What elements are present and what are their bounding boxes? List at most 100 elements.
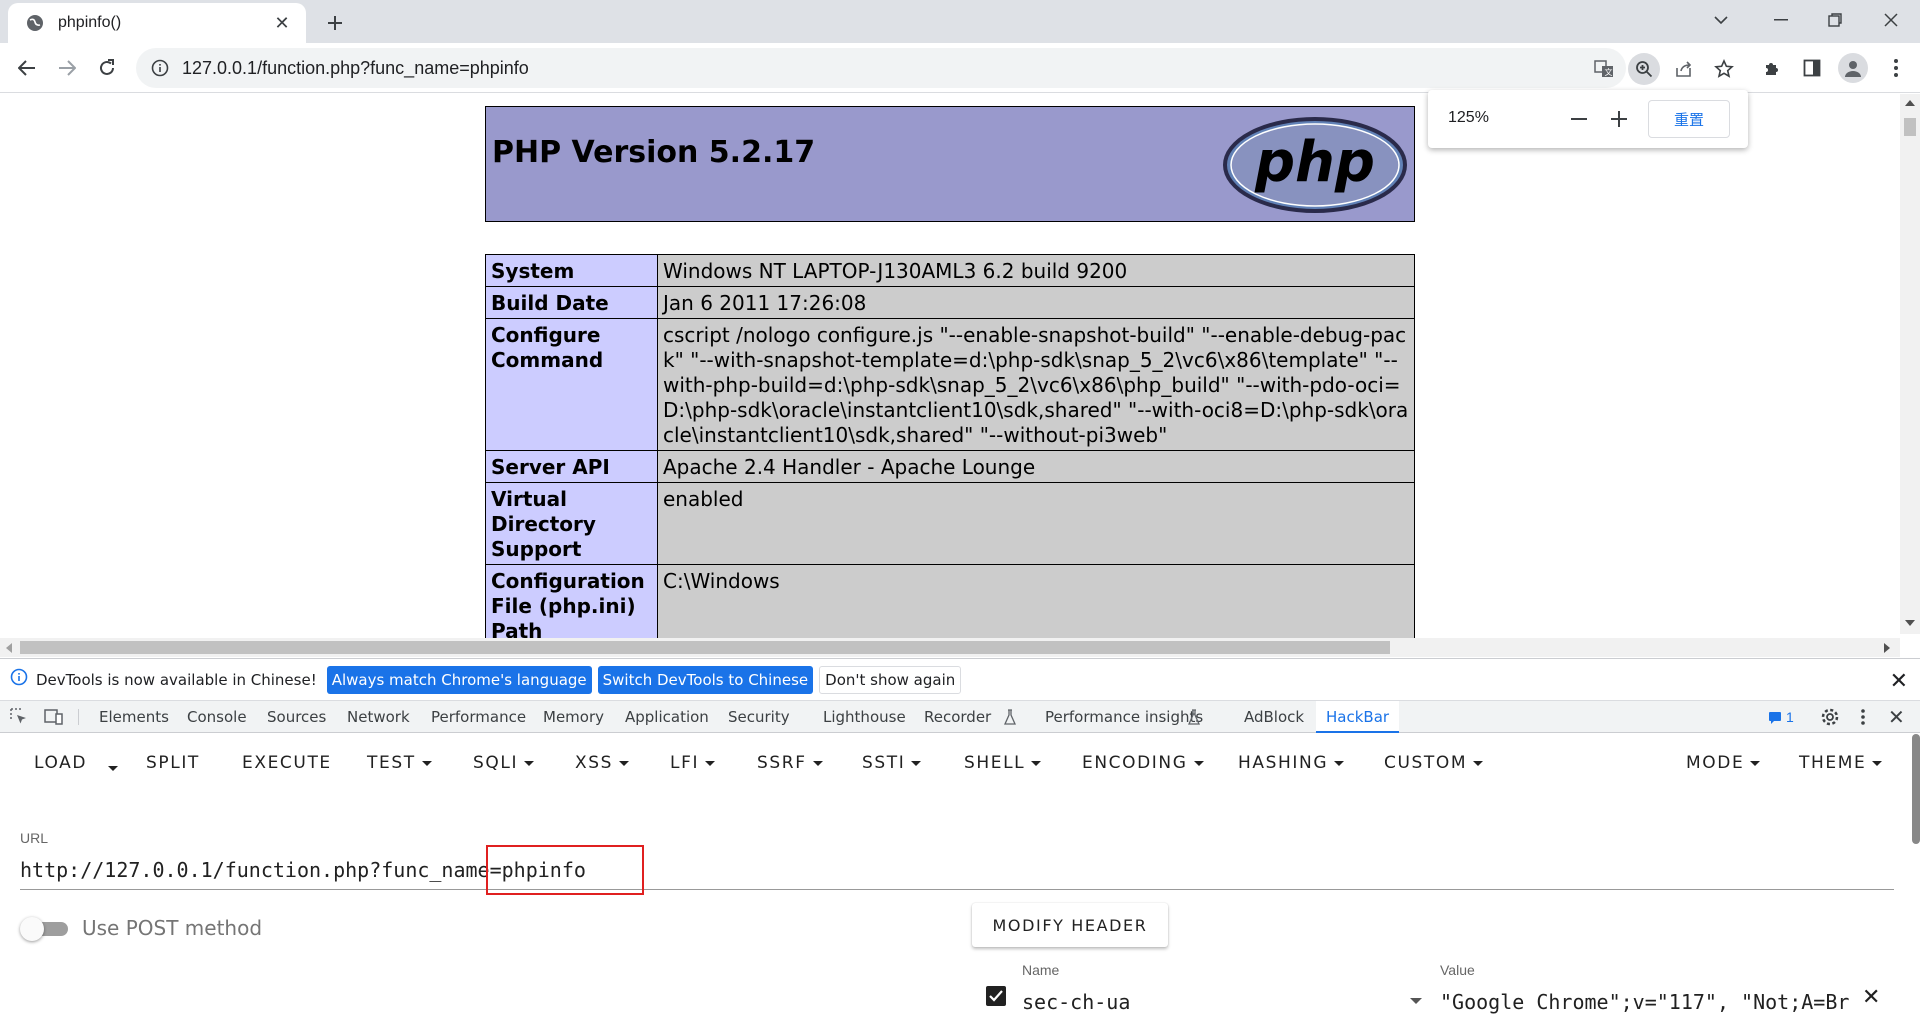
chevron-down-icon — [1334, 760, 1345, 766]
row-key: Server API — [485, 450, 658, 483]
hackbar-scrollbar[interactable] — [1912, 734, 1920, 844]
address-bar[interactable]: 127.0.0.1/function.php?func_name=phpinfo — [136, 48, 1626, 88]
new-tab-icon[interactable] — [320, 8, 350, 38]
hackbar-menu: LOAD SPLIT EXECUTE TEST SQLI XSS LFI SSR… — [0, 734, 1920, 792]
theme-menu[interactable]: THEME — [1799, 753, 1883, 773]
scroll-right-icon[interactable] — [1884, 643, 1890, 653]
flask-icon — [1003, 709, 1017, 730]
close-tab-icon[interactable]: ✕ — [270, 11, 294, 35]
checkmark-icon — [989, 990, 1003, 1002]
header-name-input[interactable]: sec-ch-ua — [1022, 990, 1130, 1014]
scroll-up-icon[interactable] — [1905, 100, 1915, 106]
site-info-icon[interactable] — [150, 58, 170, 78]
shell-menu[interactable]: SHELL — [964, 753, 1042, 773]
restore-icon[interactable] — [1806, 0, 1864, 40]
tab-performance-insights[interactable]: Performance insights — [1045, 701, 1203, 733]
devtools-menu-icon[interactable] — [1860, 707, 1866, 732]
close-window-icon[interactable] — [1862, 0, 1920, 40]
extensions-icon[interactable] — [1756, 52, 1788, 84]
header-name-dropdown-icon[interactable] — [1410, 998, 1422, 1004]
zoom-out-icon[interactable] — [1564, 104, 1594, 134]
tab-search-icon[interactable] — [1692, 0, 1750, 40]
header-value-input[interactable]: "Google Chrome";v="117", "Not;A=Br — [1440, 990, 1850, 1014]
inspect-element-icon[interactable] — [10, 708, 28, 731]
scroll-thumb[interactable] — [1904, 118, 1916, 136]
post-method-toggle[interactable] — [20, 917, 68, 941]
page-horizontal-scrollbar[interactable] — [0, 638, 1900, 657]
devtools-panel: DevTools is now available in Chinese! Al… — [0, 658, 1920, 1016]
load-button[interactable]: LOAD — [34, 753, 87, 773]
execute-button[interactable]: EXECUTE — [242, 753, 332, 773]
scroll-left-icon[interactable] — [6, 643, 12, 653]
reload-icon[interactable] — [92, 53, 122, 83]
row-key: System — [485, 254, 658, 287]
tab-recorder[interactable]: Recorder — [924, 701, 991, 733]
switch-to-chinese-button[interactable]: Switch DevTools to Chinese — [597, 665, 814, 694]
ssti-menu[interactable]: SSTI — [862, 753, 922, 773]
profile-avatar-icon[interactable] — [1838, 53, 1868, 83]
theme-menu-label: THEME — [1799, 753, 1867, 773]
tab-application[interactable]: Application — [625, 701, 709, 733]
header-enabled-checkbox[interactable] — [986, 986, 1006, 1006]
ssrf-menu[interactable]: SSRF — [757, 753, 823, 773]
row-value: Apache 2.4 Handler - Apache Lounge — [657, 450, 1415, 483]
custom-menu[interactable]: CUSTOM — [1384, 753, 1484, 773]
bookmark-star-icon[interactable] — [1708, 53, 1740, 85]
page-vertical-scrollbar[interactable] — [1900, 94, 1920, 634]
lfi-menu[interactable]: LFI — [670, 753, 716, 773]
tab-console[interactable]: Console — [187, 701, 247, 733]
tab-adblock[interactable]: AdBlock — [1244, 701, 1304, 733]
issues-counter[interactable]: 1 — [1768, 709, 1794, 725]
side-panel-icon[interactable] — [1796, 52, 1828, 84]
tab-performance[interactable]: Performance — [431, 701, 526, 733]
scroll-down-icon[interactable] — [1905, 620, 1915, 626]
ssti-menu-label: SSTI — [862, 753, 906, 773]
tab-security[interactable]: Security — [728, 701, 790, 733]
url-input[interactable]: http://127.0.0.1/function.php?func_name=… — [20, 854, 1894, 890]
settings-gear-icon[interactable] — [1820, 707, 1840, 732]
xss-menu-label: XSS — [575, 753, 614, 773]
scroll-thumb[interactable] — [20, 641, 1390, 654]
browser-menu-icon[interactable] — [1880, 52, 1912, 84]
chevron-down-icon — [1193, 760, 1204, 766]
test-menu[interactable]: TEST — [367, 753, 432, 773]
browser-tab[interactable]: phpinfo() ✕ — [8, 3, 306, 43]
flask-icon — [1187, 709, 1201, 730]
always-match-language-button[interactable]: Always match Chrome's language — [326, 665, 592, 694]
php-version-title: PHP Version 5.2.17 — [492, 135, 816, 170]
device-toolbar-icon[interactable] — [44, 708, 64, 731]
dont-show-again-button[interactable]: Don't show again — [819, 665, 962, 694]
tab-network[interactable]: Network — [347, 701, 410, 733]
row-value: C:\Windows — [657, 564, 1415, 638]
tab-hackbar[interactable]: HackBar — [1316, 701, 1400, 733]
php-logo-text: php — [1254, 130, 1375, 195]
back-icon[interactable] — [12, 53, 42, 83]
tab-sources[interactable]: Sources — [267, 701, 326, 733]
tab-lighthouse[interactable]: Lighthouse — [823, 701, 906, 733]
delete-header-icon[interactable]: ✕ — [1862, 984, 1880, 1010]
load-dropdown-icon[interactable] — [108, 760, 118, 778]
test-menu-label: TEST — [367, 753, 416, 773]
translate-icon[interactable]: 文 — [1588, 53, 1620, 85]
zoom-icon[interactable] — [1628, 53, 1660, 85]
minimize-icon[interactable] — [1752, 0, 1810, 40]
hashing-menu[interactable]: HASHING — [1238, 753, 1345, 773]
split-button[interactable]: SPLIT — [146, 753, 200, 773]
post-method-label: Use POST method — [82, 916, 263, 940]
address-url: 127.0.0.1/function.php?func_name=phpinfo — [182, 57, 529, 78]
share-icon[interactable] — [1668, 53, 1700, 85]
forward-icon[interactable] — [52, 53, 82, 83]
sqli-menu[interactable]: SQLI — [473, 753, 535, 773]
tab-elements[interactable]: Elements — [99, 701, 169, 733]
mode-menu[interactable]: MODE — [1686, 753, 1761, 773]
encoding-menu[interactable]: ENCODING — [1082, 753, 1204, 773]
modify-header-button[interactable]: MODIFY HEADER — [972, 903, 1168, 947]
close-devtools-icon[interactable]: ✕ — [1888, 705, 1905, 730]
xss-menu[interactable]: XSS — [575, 753, 630, 773]
url-label: URL — [20, 830, 49, 846]
zoom-reset-button[interactable]: 重置 — [1648, 100, 1730, 138]
tab-memory[interactable]: Memory — [543, 701, 604, 733]
close-infobar-icon[interactable]: ✕ — [1890, 668, 1908, 694]
zoom-in-icon[interactable] — [1604, 104, 1634, 134]
table-row: System Windows NT LAPTOP-J130AML3 6.2 bu… — [485, 254, 1415, 287]
